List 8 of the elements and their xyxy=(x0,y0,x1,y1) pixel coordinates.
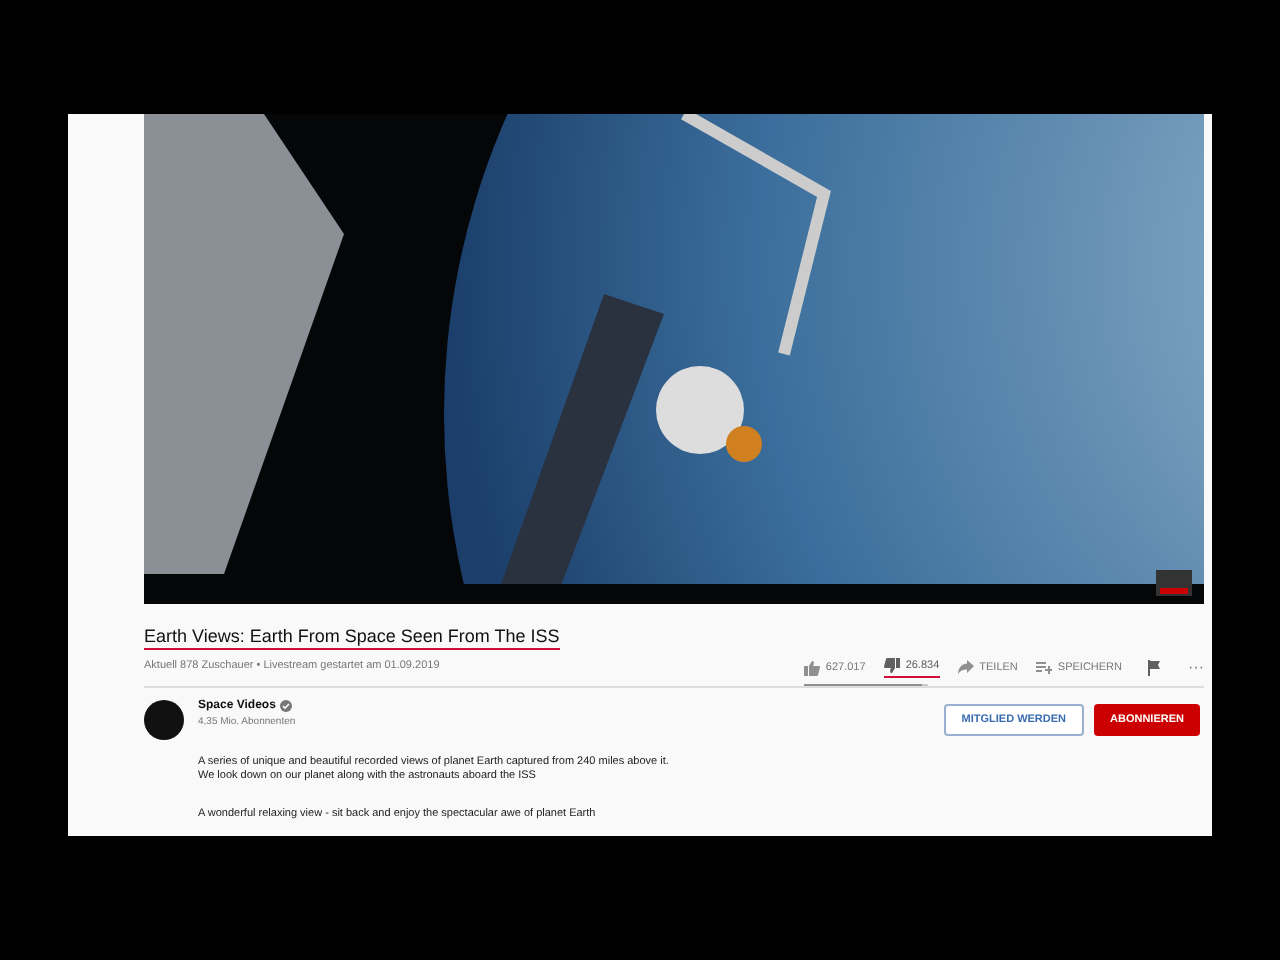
thumbs-up-icon xyxy=(803,659,820,675)
playlist-add-icon xyxy=(1035,660,1052,674)
flag-icon[interactable] xyxy=(1148,659,1162,675)
more-button[interactable]: ··· xyxy=(1188,656,1204,678)
share-arrow-icon xyxy=(957,660,974,674)
thumbs-down-icon xyxy=(883,658,900,674)
channel-avatar[interactable] xyxy=(144,700,184,740)
video-title: Earth Views: Earth From Space Seen From The ISS xyxy=(144,626,560,650)
